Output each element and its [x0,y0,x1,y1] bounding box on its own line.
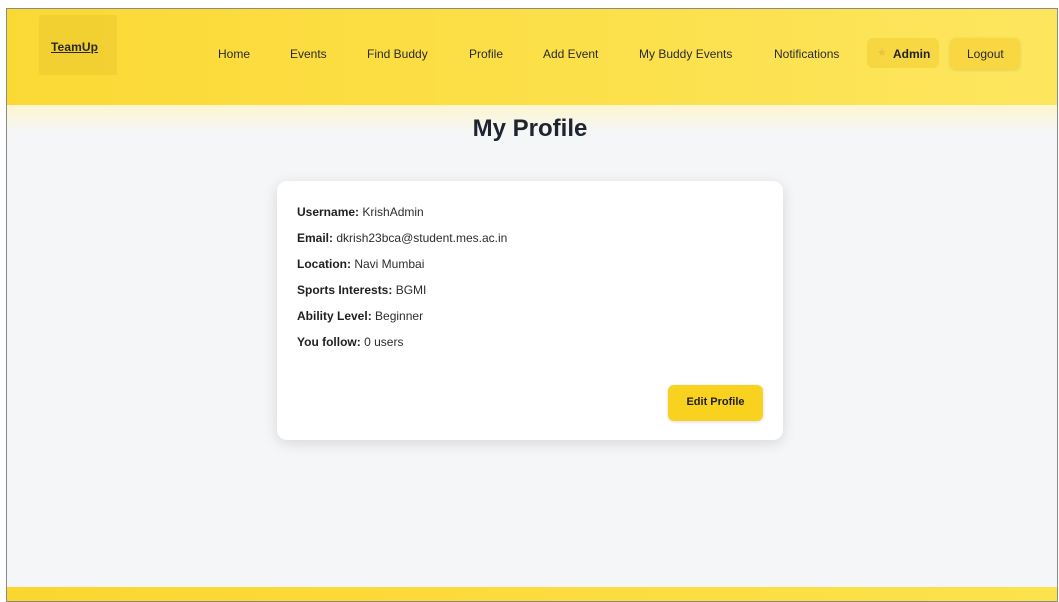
field-following-label: You follow: [297,335,361,349]
field-email: Email: dkrish23bca@student.mes.ac.in [297,231,507,245]
star-icon: ★ [877,47,887,59]
logo[interactable]: TeamUp [39,15,117,75]
nav-events[interactable]: Events [290,47,327,61]
field-ability-level-value: Beginner [375,309,424,323]
nav-profile[interactable]: Profile [469,47,503,61]
field-sports-interests-value: BGMI [395,283,427,297]
nav-add-event[interactable]: Add Event [543,47,598,61]
nav-notifications[interactable]: Notifications [774,47,839,61]
field-location-label: Location: [297,257,351,271]
nav-home[interactable]: Home [218,47,250,61]
field-location: Location: Navi Mumbai [297,257,424,271]
logout-button[interactable]: Logout [950,38,1020,69]
field-location-value: Navi Mumbai [354,257,425,271]
edit-profile-label: Edit Profile [686,396,745,408]
field-username: Username: KrishAdmin [297,205,424,219]
field-sports-interests-label: Sports Interests: [297,283,393,297]
navbar: TeamUp Home Events Find Buddy Profile Ad… [7,9,1057,105]
field-following: You follow: 0 users [297,335,403,349]
page-title: My Profile [472,115,588,142]
field-email-value: dkrish23bca@student.mes.ac.in [336,231,508,245]
field-ability-level: Ability Level: Beginner [297,309,423,323]
field-sports-interests: Sports Interests: BGMI [297,283,426,297]
logo-text[interactable]: TeamUp [51,40,98,54]
admin-badge[interactable]: ★ Admin [867,38,939,68]
nav-my-buddy-events[interactable]: My Buddy Events [639,47,732,61]
footer-bar [7,587,1057,601]
edit-profile-button[interactable]: Edit Profile [668,385,763,421]
field-ability-level-label: Ability Level: [297,309,372,323]
nav-find-buddy[interactable]: Find Buddy [367,47,428,61]
field-username-value: KrishAdmin [362,205,424,219]
field-username-label: Username: [297,205,360,219]
profile-card: Username: KrishAdmin Email: dkrish23bca@… [277,181,783,440]
admin-label: Admin [893,47,931,61]
field-email-label: Email: [297,231,334,245]
app-window: TeamUp Home Events Find Buddy Profile Ad… [6,8,1058,602]
logout-label: Logout [967,47,1004,61]
field-following-value: 0 users [364,335,404,349]
